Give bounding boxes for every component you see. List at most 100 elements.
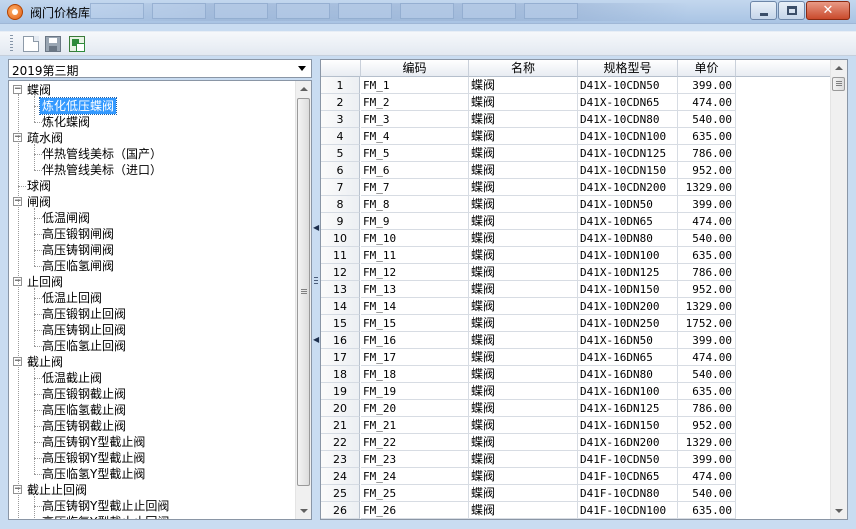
new-file-icon[interactable] (23, 36, 39, 52)
row-number[interactable]: 18 (321, 366, 360, 383)
cell-code[interactable]: FM_4 (361, 128, 469, 145)
cell-name[interactable]: 蝶阀 (469, 145, 578, 162)
cell-spec[interactable]: D41X-16DN65 (578, 349, 678, 366)
tree-subcategory[interactable]: 炼化蝶阀 (9, 114, 297, 130)
cell-spec[interactable]: D41X-10CDN200 (578, 179, 678, 196)
row-number[interactable]: 21 (321, 417, 360, 434)
cell-code[interactable]: FM_14 (361, 298, 469, 315)
cell-price[interactable]: 786.00 (678, 264, 736, 281)
row-number[interactable]: 2 (321, 94, 360, 111)
cell-price[interactable]: 399.00 (678, 332, 736, 349)
table-row[interactable]: 24 FM_24 蝶阀 D41F-10CDN65 474.00 (321, 468, 831, 485)
cell-code[interactable]: FM_8 (361, 196, 469, 213)
cell-price[interactable]: 952.00 (678, 281, 736, 298)
tree-subcategory[interactable]: 高压临氢Y型截止止回阀 (9, 514, 297, 519)
minimize-button[interactable] (750, 1, 777, 20)
row-number[interactable]: 14 (321, 298, 360, 315)
cell-spec[interactable]: D41X-10DN80 (578, 230, 678, 247)
cell-name[interactable]: 蝶阀 (469, 468, 578, 485)
cell-spec[interactable]: D41X-10CDN80 (578, 111, 678, 128)
cell-spec[interactable]: D41X-10DN250 (578, 315, 678, 332)
cell-price[interactable]: 540.00 (678, 485, 736, 502)
cell-name[interactable]: 蝶阀 (469, 264, 578, 281)
tree-subcategory[interactable]: 高压锻钢截止阀 (9, 386, 297, 402)
table-row[interactable]: 8 FM_8 蝶阀 D41X-10DN50 399.00 (321, 196, 831, 213)
cell-price[interactable]: 540.00 (678, 111, 736, 128)
cell-name[interactable]: 蝶阀 (469, 128, 578, 145)
table-row[interactable]: 16 FM_16 蝶阀 D41X-16DN50 399.00 (321, 332, 831, 349)
cell-spec[interactable]: D41X-16DN200 (578, 434, 678, 451)
cell-name[interactable]: 蝶阀 (469, 111, 578, 128)
cell-name[interactable]: 蝶阀 (469, 196, 578, 213)
row-number[interactable]: 8 (321, 196, 360, 213)
collapse-toggle-icon[interactable]: − (13, 85, 22, 94)
cell-code[interactable]: FM_22 (361, 434, 469, 451)
table-row[interactable]: 21 FM_21 蝶阀 D41X-16DN150 952.00 (321, 417, 831, 434)
cell-spec[interactable]: D41F-10CDN100 (578, 502, 678, 519)
tree-subcategory[interactable]: 伴热管线美标（进口） (9, 162, 297, 178)
cell-name[interactable]: 蝶阀 (469, 77, 578, 94)
cell-name[interactable]: 蝶阀 (469, 162, 578, 179)
row-number[interactable]: 7 (321, 179, 360, 196)
row-number[interactable]: 3 (321, 111, 360, 128)
cell-price[interactable]: 786.00 (678, 400, 736, 417)
table-row[interactable]: 26 FM_26 蝶阀 D41F-10CDN100 635.00 (321, 502, 831, 519)
cell-code[interactable]: FM_26 (361, 502, 469, 519)
table-row[interactable]: 5 FM_5 蝶阀 D41X-10CDN125 786.00 (321, 145, 831, 162)
table-row[interactable]: 19 FM_19 蝶阀 D41X-16DN100 635.00 (321, 383, 831, 400)
cell-name[interactable]: 蝶阀 (469, 315, 578, 332)
table-row[interactable]: 20 FM_20 蝶阀 D41X-16DN125 786.00 (321, 400, 831, 417)
cell-spec[interactable]: D41X-10DN100 (578, 247, 678, 264)
table-row[interactable]: 6 FM_6 蝶阀 D41X-10CDN150 952.00 (321, 162, 831, 179)
cell-name[interactable]: 蝶阀 (469, 383, 578, 400)
cell-spec[interactable]: D41X-16DN80 (578, 366, 678, 383)
cell-spec[interactable]: D41X-16DN150 (578, 417, 678, 434)
row-number[interactable]: 22 (321, 434, 360, 451)
tree-subcategory[interactable]: 高压铸钢Y型截止阀 (9, 434, 297, 450)
tree-subcategory[interactable]: 高压临氢闸阀 (9, 258, 297, 274)
cell-name[interactable]: 蝶阀 (469, 213, 578, 230)
column-header-spec[interactable]: 规格型号 (578, 60, 678, 77)
cell-spec[interactable]: D41F-10CDN50 (578, 451, 678, 468)
tree-scrollbar[interactable] (295, 81, 311, 519)
cell-name[interactable]: 蝶阀 (469, 366, 578, 383)
grid-scroll-thumb[interactable] (832, 77, 845, 91)
tree-subcategory[interactable]: 低温截止阀 (9, 370, 297, 386)
row-number[interactable]: 16 (321, 332, 360, 349)
column-header-price[interactable]: 单价 (678, 60, 736, 77)
tree-subcategory[interactable]: 高压锻钢闸阀 (9, 226, 297, 242)
cell-price[interactable]: 952.00 (678, 417, 736, 434)
panel-splitter[interactable]: ◀ ◀ (312, 59, 320, 522)
row-number[interactable]: 23 (321, 451, 360, 468)
cell-name[interactable]: 蝶阀 (469, 451, 578, 468)
row-number[interactable]: 6 (321, 162, 360, 179)
cell-price[interactable]: 399.00 (678, 196, 736, 213)
splitter-grip[interactable] (314, 277, 318, 286)
row-number[interactable]: 1 (321, 77, 360, 94)
table-row[interactable]: 4 FM_4 蝶阀 D41X-10CDN100 635.00 (321, 128, 831, 145)
cell-code[interactable]: FM_2 (361, 94, 469, 111)
table-row[interactable]: 18 FM_18 蝶阀 D41X-16DN80 540.00 (321, 366, 831, 383)
tree-subcategory[interactable]: 高压铸钢闸阀 (9, 242, 297, 258)
cell-spec[interactable]: D41X-10CDN65 (578, 94, 678, 111)
tree-subcategory[interactable]: 高压铸钢止回阀 (9, 322, 297, 338)
cell-price[interactable]: 474.00 (678, 349, 736, 366)
cell-name[interactable]: 蝶阀 (469, 349, 578, 366)
tree-subcategory[interactable]: 高压临氢Y型截止阀 (9, 466, 297, 482)
cell-code[interactable]: FM_21 (361, 417, 469, 434)
scroll-down-icon[interactable] (831, 503, 846, 519)
table-row[interactable]: 10 FM_10 蝶阀 D41X-10DN80 540.00 (321, 230, 831, 247)
tree-category[interactable]: − 截止止回阀 (9, 482, 297, 498)
table-row[interactable]: 2 FM_2 蝶阀 D41X-10CDN65 474.00 (321, 94, 831, 111)
cell-price[interactable]: 1329.00 (678, 179, 736, 196)
row-number[interactable]: 26 (321, 502, 360, 519)
cell-code[interactable]: FM_7 (361, 179, 469, 196)
cell-name[interactable]: 蝶阀 (469, 94, 578, 111)
cell-code[interactable]: FM_24 (361, 468, 469, 485)
toolbar-grip[interactable] (10, 35, 13, 53)
row-number[interactable]: 11 (321, 247, 360, 264)
table-row[interactable]: 3 FM_3 蝶阀 D41X-10CDN80 540.00 (321, 111, 831, 128)
cell-price[interactable]: 474.00 (678, 94, 736, 111)
cell-code[interactable]: FM_15 (361, 315, 469, 332)
tree-subcategory[interactable]: 炼化低压蝶阀 (9, 97, 297, 115)
